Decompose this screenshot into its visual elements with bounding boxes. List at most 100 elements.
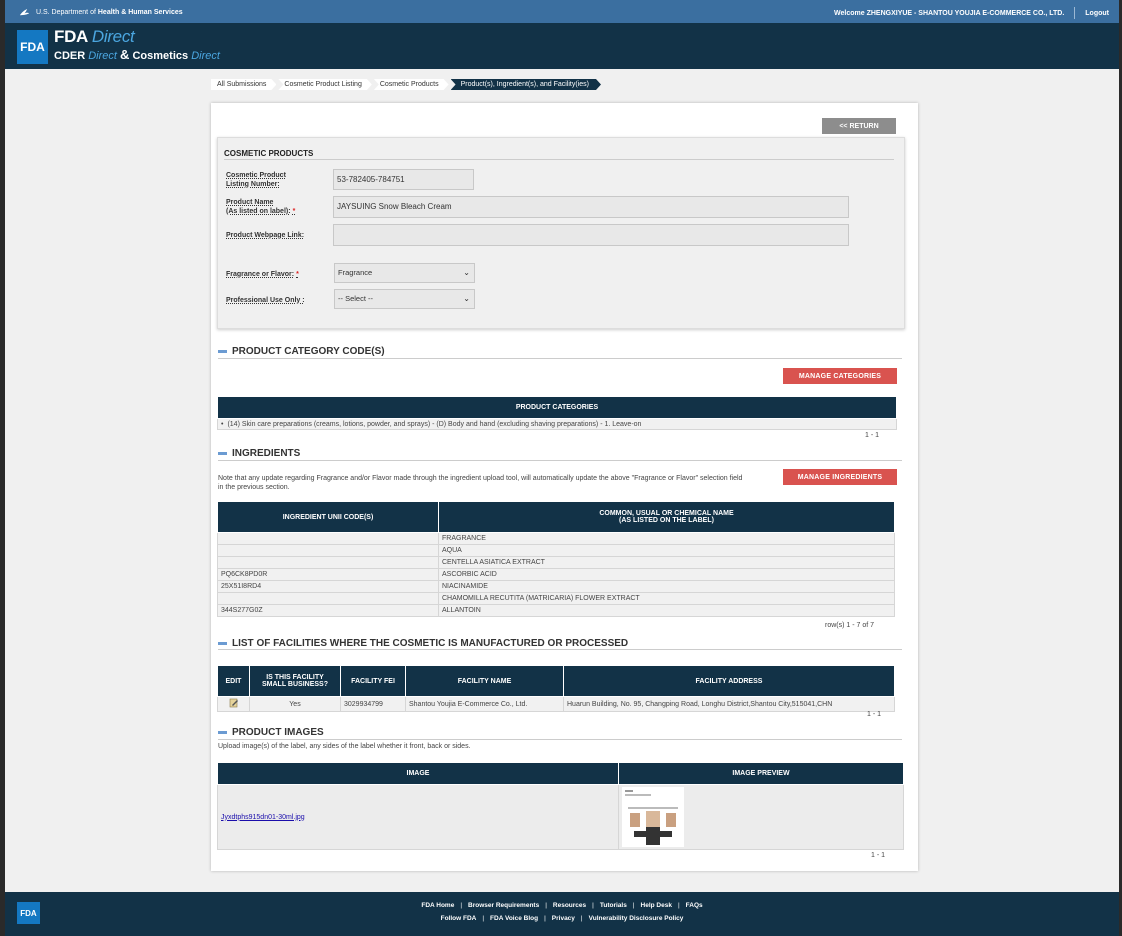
subtitle-direct-1: Direct (88, 50, 117, 62)
ingredients-table: INGREDIENT UNII CODE(S) COMMON, USUAL OR… (217, 501, 895, 617)
webpage-field[interactable] (333, 224, 849, 246)
ingredient-name-cell: CHAMOMILLA RECUTITA (MATRICARIA) FLOWER … (438, 592, 895, 605)
logout-link[interactable]: Logout (1085, 10, 1109, 17)
ingredient-name-cell: AQUA (438, 544, 895, 557)
category-section-header[interactable]: PRODUCT CATEGORY CODE(S) (218, 346, 385, 357)
footer-link-fda-voice-blog[interactable]: FDA Voice Blog (490, 915, 538, 922)
cosmetic-products-panel: COSMETIC PRODUCTS Cosmetic Product Listi… (217, 137, 905, 329)
col-small-business: IS THIS FACILITY SMALL BUSINESS? (249, 665, 341, 697)
product-name-label-line1: Product Name (226, 199, 274, 206)
separator: | (592, 902, 594, 909)
manage-ingredients-button[interactable]: MANAGE INGREDIENTS (783, 469, 897, 485)
webpage-label: Product Webpage Link: (226, 232, 305, 239)
footer-links-row2: Follow FDA | FDA Voice Blog | Privacy | Vulner… (5, 915, 1119, 922)
hhs-eagle-icon (19, 8, 30, 16)
divider (218, 739, 902, 740)
product-name-label: Product Name (As listed on label): * (226, 198, 295, 216)
footer-link-tutorials[interactable]: Tutorials (600, 902, 627, 909)
product-name-label-line2: (As listed on label): (226, 208, 291, 215)
footer-link-fda-home[interactable]: FDA Home (421, 902, 454, 909)
unii-code-cell (217, 544, 439, 557)
unii-code-cell: 344S277G0Z (217, 604, 439, 617)
separator: | (632, 902, 635, 909)
footer-link-faqs[interactable]: FAQs (686, 902, 703, 909)
collapse-icon[interactable] (218, 642, 227, 645)
image-file-cell: Jyxdtphs915dn01-30ml.jpg (217, 784, 619, 850)
listing-number-field: 53-782405-784751 (333, 169, 474, 190)
collapse-icon[interactable] (218, 452, 227, 455)
return-button[interactable]: << RETURN (822, 118, 896, 134)
facilities-section-title: LIST OF FACILITIES WHERE THE COSMETIC IS… (232, 638, 629, 649)
table-row: PQ6CK8PD0R ASCORBIC ACID (217, 568, 895, 581)
images-note: Upload image(s) of the label, any sides … (218, 743, 471, 750)
footer: FDA FDA Home | Browser Requirements | Resour… (5, 892, 1119, 936)
page-frame: U.S. Department of Health & Human Servic… (5, 0, 1119, 936)
required-marker: * (292, 208, 296, 215)
footer-link-browser-requirements[interactable]: Browser Requirements (468, 902, 539, 909)
images-section-header[interactable]: PRODUCT IMAGES (218, 727, 324, 738)
col-facility-name: FACILITY NAME (405, 665, 564, 697)
image-file-link[interactable]: Jyxdtphs915dn01-30ml.jpg (221, 814, 305, 821)
listing-number-label-line2: Listing Number: (226, 181, 280, 188)
professional-select-value: -- Select -- (338, 294, 374, 303)
required-marker: * (296, 271, 299, 278)
footer-link-help-desk[interactable]: Help Desk (641, 902, 672, 909)
ingredient-name-cell: FRAGRANCE (438, 532, 895, 545)
edit-pencil-icon[interactable] (229, 698, 239, 708)
ingredients-note-line1: Note that any update regarding Fragrance… (218, 475, 743, 482)
listing-number-label-line1: Cosmetic Product (226, 172, 286, 179)
facilities-section-header[interactable]: LIST OF FACILITIES WHERE THE COSMETIC IS… (218, 638, 628, 649)
images-section-title: PRODUCT IMAGES (232, 727, 324, 738)
col-name-line1: COMMON, USUAL OR CHEMICAL NAME (599, 510, 734, 517)
fragrance-select[interactable]: Fragrance ⌄ (334, 263, 475, 283)
breadcrumb-cosmetic-products[interactable]: Cosmetic Products (374, 79, 449, 90)
col-image-preview: IMAGE PREVIEW (618, 762, 904, 785)
col-facility-address: FACILITY ADDRESS (563, 665, 895, 697)
footer-link-resources[interactable]: Resources (553, 902, 586, 909)
professional-select[interactable]: -- Select -- ⌄ (334, 289, 475, 309)
footer-link-privacy[interactable]: Privacy (552, 915, 575, 922)
ingredient-name-cell: NIACINAMIDE (438, 580, 895, 593)
facilities-table: EDIT IS THIS FACILITY SMALL BUSINESS? FA… (217, 665, 895, 712)
unii-code-cell (217, 556, 439, 569)
col-name-line2: (AS LISTED ON THE LABEL) (619, 517, 714, 524)
footer-link-follow-fda[interactable]: Follow FDA (441, 915, 477, 922)
product-name-field[interactable]: JAYSUING Snow Bleach Cream (333, 196, 849, 218)
collapse-icon[interactable] (218, 350, 227, 353)
divider (218, 460, 902, 461)
product-image-thumbnail[interactable] (622, 787, 684, 847)
hhs-department-prefix: U.S. Department of (36, 9, 96, 16)
facility-address-cell: Huarun Building, No. 95, Changping Road,… (563, 696, 895, 712)
col-edit: EDIT (217, 665, 250, 697)
ingredient-name-cell: ALLANTOIN (438, 604, 895, 617)
unii-code-cell: PQ6CK8PD0R (217, 568, 439, 581)
ingredients-section-header[interactable]: INGREDIENTS (218, 448, 300, 459)
divider (218, 649, 902, 650)
professional-label: Professional Use Only : (226, 297, 305, 304)
table-row: Jyxdtphs915dn01-30ml.jpg (217, 784, 904, 850)
hhs-branding[interactable]: U.S. Department of Health & Human Servic… (19, 7, 183, 18)
col-name: COMMON, USUAL OR CHEMICAL NAME (AS LISTE… (438, 501, 895, 533)
breadcrumb-cosmetic-product-listing[interactable]: Cosmetic Product Listing (278, 79, 371, 90)
table-row: FRAGRANCE (217, 532, 895, 545)
fda-logo[interactable]: FDA (17, 30, 48, 64)
facilities-pager: 1 - 1 (867, 711, 882, 718)
separator: | (482, 915, 485, 922)
manage-categories-button[interactable]: MANAGE CATEGORIES (783, 368, 897, 384)
ingredients-note: Note that any update regarding Fragrance… (218, 474, 742, 492)
footer-link-vulnerability-policy[interactable]: Vulnerability Disclosure Policy (589, 915, 684, 922)
breadcrumb-all-submissions[interactable]: All Submissions (211, 79, 276, 90)
separator: | (677, 902, 680, 909)
images-pager: 1 - 1 (871, 852, 886, 859)
table-row: CENTELLA ASIATICA EXTRACT (217, 556, 895, 569)
edit-cell[interactable] (217, 696, 250, 712)
image-preview-cell (618, 784, 904, 850)
category-text: (14) Skin care preparations (creams, lot… (227, 420, 642, 428)
table-row: AQUA (217, 544, 895, 557)
fei-cell: 3029934799 (340, 696, 406, 712)
collapse-icon[interactable] (218, 731, 227, 734)
cosmetic-products-title: COSMETIC PRODUCTS (224, 149, 314, 158)
col-unii: INGREDIENT UNII CODE(S) (217, 501, 439, 533)
title-fda: FDA (54, 27, 88, 46)
categories-table: PRODUCT CATEGORIES • (14) Skin care prepa… (217, 396, 897, 430)
